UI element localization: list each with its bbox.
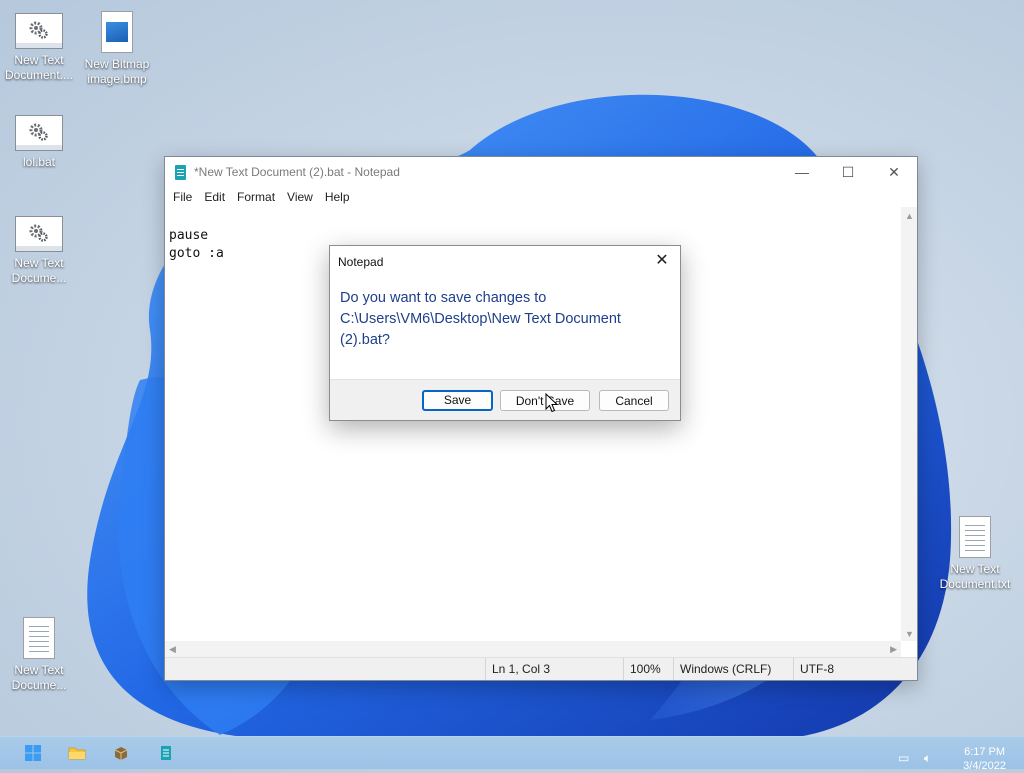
save-button[interactable]: Save [422, 390, 493, 411]
desktop-icon-new-text-document-txt-2[interactable]: New Text Document.txt [937, 516, 1013, 592]
desktop-icon-label: New Text Document.txt [939, 562, 1011, 591]
taskbar: ▭ 🔈︎ 6:17 PM 3/4/2022 [0, 736, 1024, 772]
batch-file-icon [15, 216, 63, 252]
system-clock[interactable]: 6:17 PM 3/4/2022 [963, 745, 1006, 773]
scroll-down-icon[interactable]: ▼ [905, 629, 914, 639]
desktop-icon-label: New Text Document.... [4, 53, 74, 82]
status-encoding: UTF-8 [793, 658, 917, 680]
clock-date: 3/4/2022 [963, 760, 1006, 772]
dialog-message: Do you want to save changes to C:\Users\… [340, 290, 621, 348]
vertical-scrollbar[interactable]: ▲ ▼ [901, 207, 917, 641]
status-zoom: 100% [623, 658, 673, 680]
scroll-up-icon[interactable]: ▲ [905, 211, 914, 221]
desktop-icon-new-text-document-txt[interactable]: New Text Docume... [1, 617, 77, 693]
notepad-taskbar-icon[interactable] [157, 745, 175, 761]
bitmap-file-icon [101, 11, 133, 53]
close-icon[interactable]: ✕ [650, 250, 674, 272]
desktop-icon-new-bitmap-image[interactable]: New Bitmap image.bmp [79, 11, 155, 87]
desktop-icon-label: New Text Docume... [11, 663, 67, 692]
start-windows-icon[interactable] [24, 745, 42, 761]
status-cursor-position: Ln 1, Col 3 [485, 658, 623, 680]
desktop-icon-new-text-document-bat-2[interactable]: New Text Docume... [1, 216, 77, 286]
minimize-button[interactable]: — [779, 157, 825, 187]
menu-view[interactable]: View [281, 190, 319, 204]
desktop-icon-lol-bat[interactable]: lol.bat [1, 115, 77, 170]
desktop-icon-new-text-document-bat[interactable]: New Text Document.... [1, 13, 77, 83]
maximize-button[interactable]: ☐ [825, 157, 871, 187]
file-explorer-icon[interactable] [68, 745, 86, 761]
text-file-icon [959, 516, 991, 558]
menu-bar: File Edit Format View Help [165, 187, 917, 207]
close-button[interactable]: ✕ [871, 157, 917, 187]
notepad-app-icon [175, 164, 186, 180]
menu-help[interactable]: Help [319, 190, 356, 204]
volume-icon[interactable]: 🔈︎ [924, 751, 938, 765]
scroll-left-icon[interactable]: ◀ [169, 644, 176, 655]
status-line-endings: Windows (CRLF) [673, 658, 793, 680]
horizontal-scrollbar[interactable]: ◀ ▶ [165, 641, 901, 657]
batch-file-icon [15, 13, 63, 49]
batch-file-icon [15, 115, 63, 151]
scroll-right-icon[interactable]: ▶ [890, 644, 897, 655]
menu-format[interactable]: Format [231, 190, 281, 204]
dialog-button-bar: Save Don't Save Cancel [330, 379, 680, 420]
status-bar: Ln 1, Col 3 100% Windows (CRLF) UTF-8 [165, 657, 917, 680]
package-app-icon[interactable] [112, 745, 130, 761]
title-bar[interactable]: *New Text Document (2).bat - Notepad — ☐… [165, 157, 917, 187]
desktop-icon-label: New Text Docume... [11, 256, 67, 285]
save-changes-dialog[interactable]: Notepad ✕ Do you want to save changes to… [329, 245, 681, 421]
clock-time: 6:17 PM [964, 746, 1006, 758]
menu-edit[interactable]: Edit [198, 190, 231, 204]
cancel-button[interactable]: Cancel [599, 390, 669, 411]
mouse-pointer-icon [545, 393, 559, 413]
desktop-icon-label: New Bitmap image.bmp [84, 57, 150, 86]
dialog-title: Notepad [338, 255, 384, 269]
status-spacer [165, 658, 485, 680]
desktop-icon-label: lol.bat [22, 155, 56, 169]
network-icon[interactable]: ▭ [898, 751, 912, 765]
menu-file[interactable]: File [167, 190, 198, 204]
text-file-icon [23, 617, 55, 659]
window-title: *New Text Document (2).bat - Notepad [194, 165, 400, 179]
